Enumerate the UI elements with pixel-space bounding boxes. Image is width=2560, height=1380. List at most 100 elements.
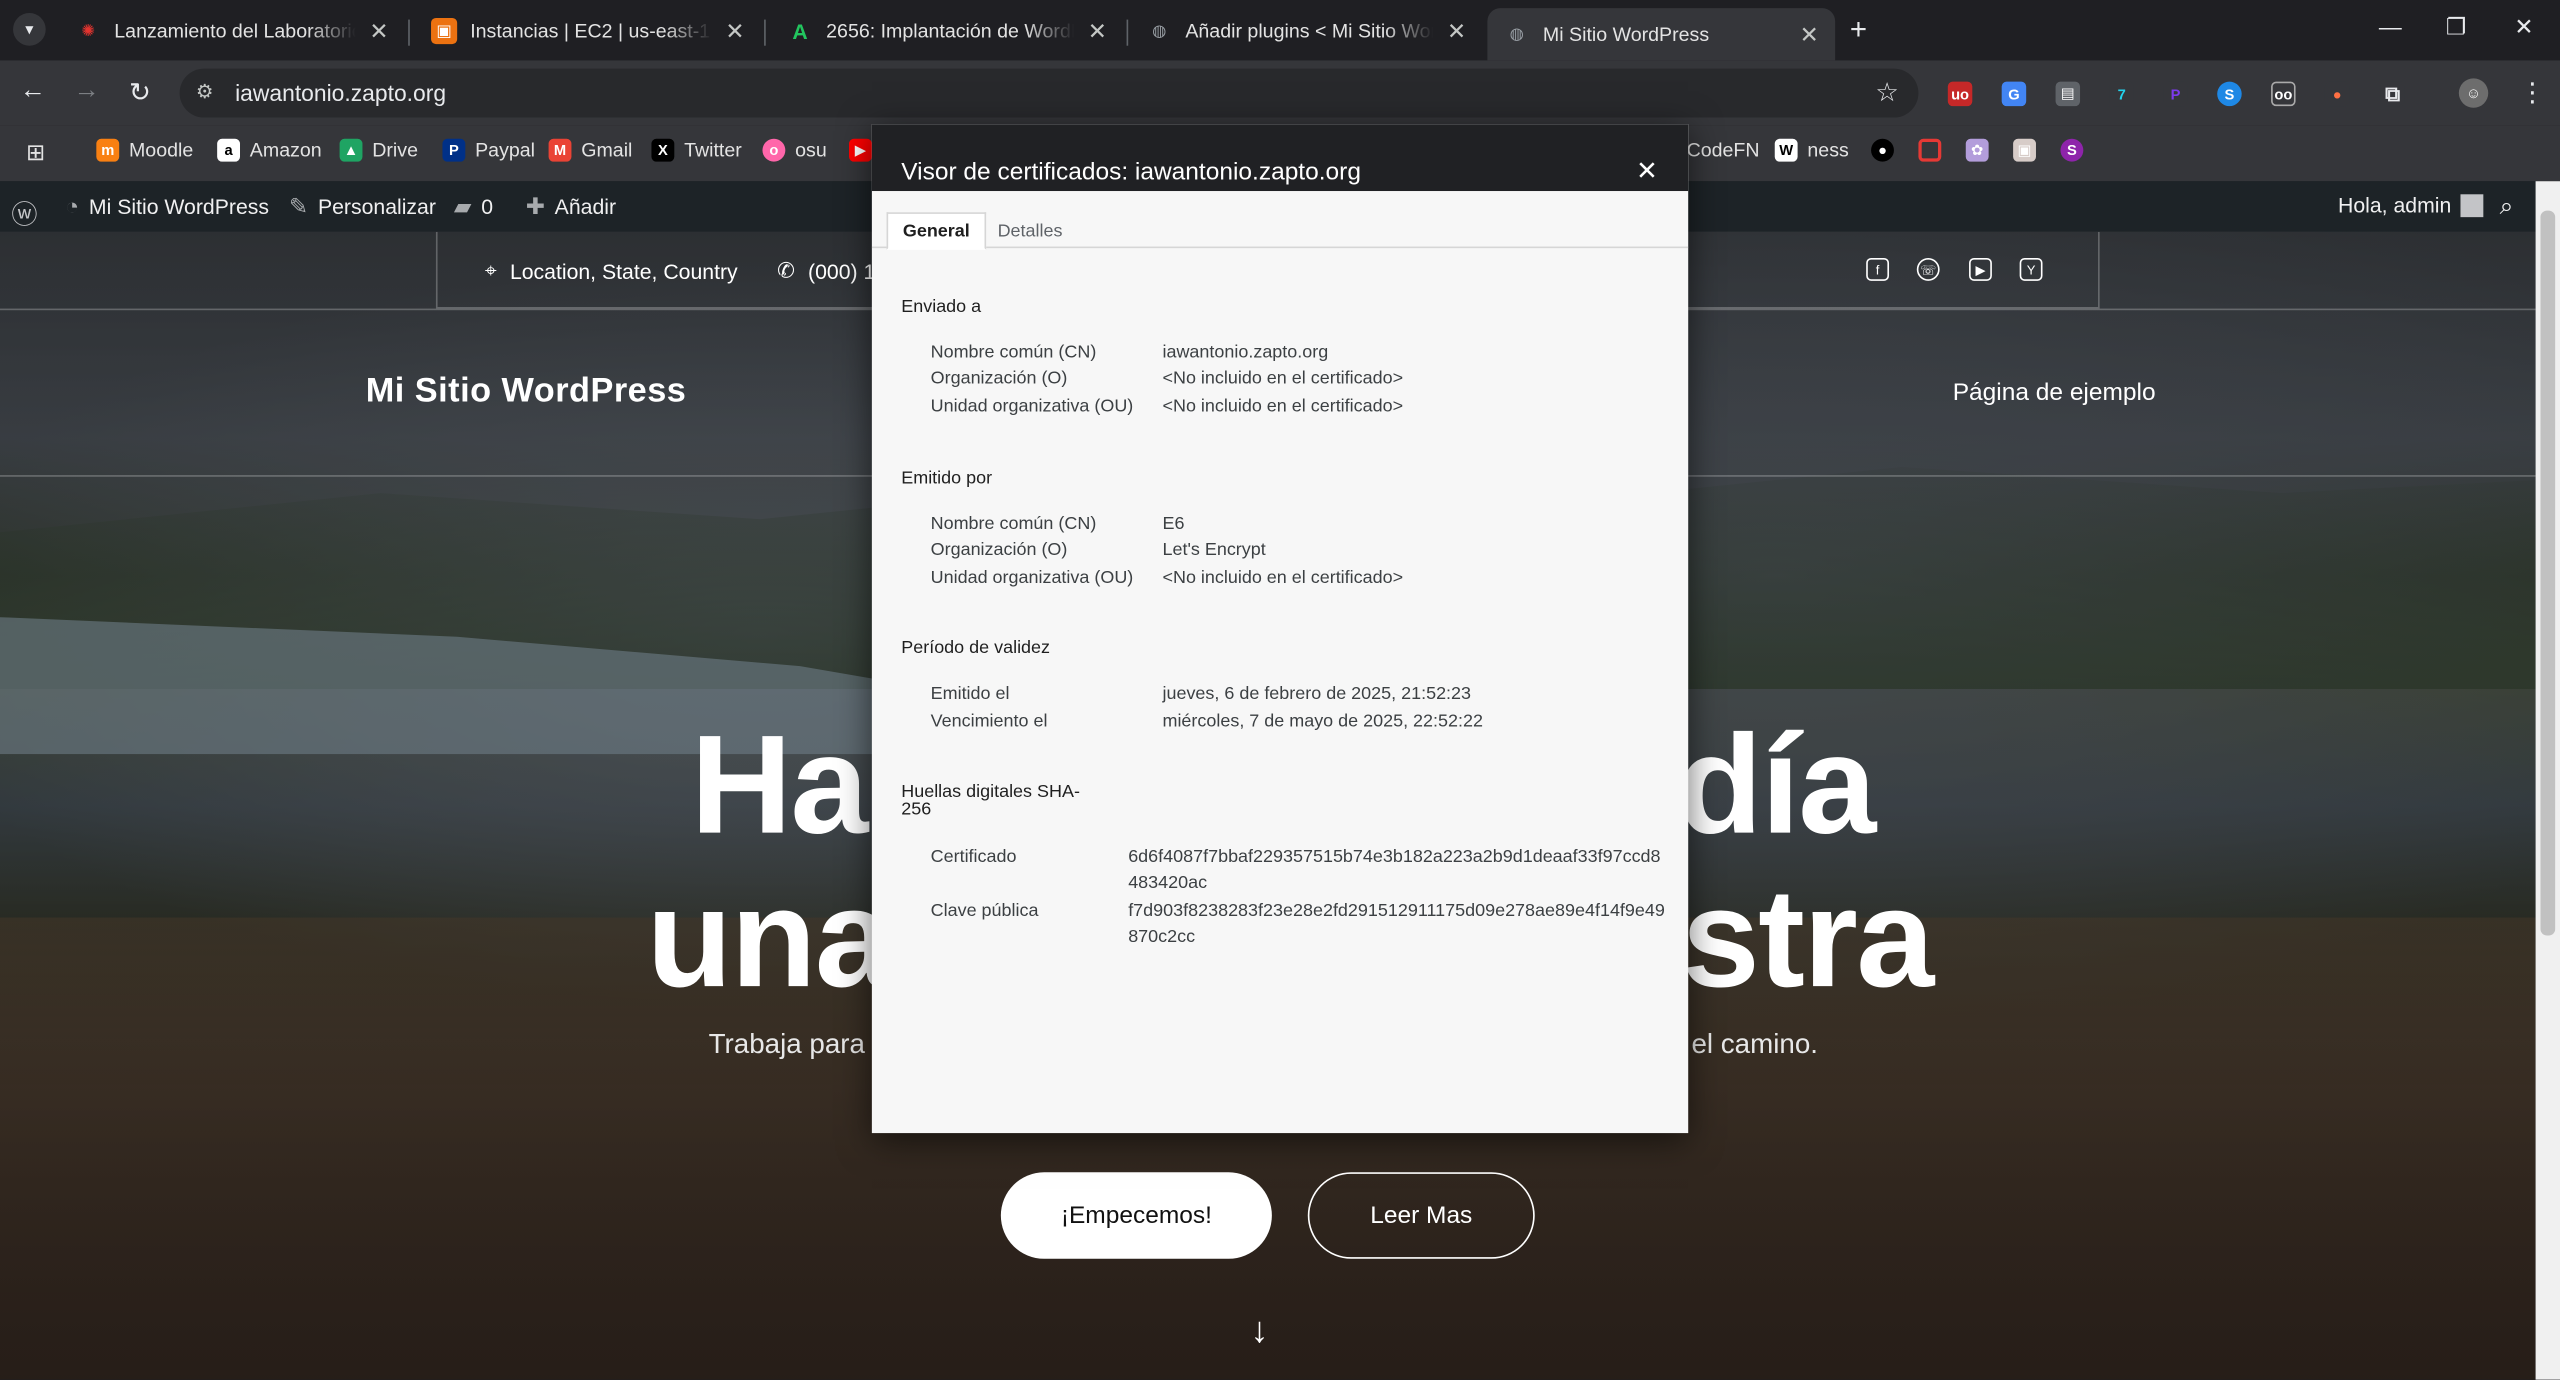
browser-toolbar: ← → ↻ ⚙ iawantonio.zapto.org ☆ uo G ▤ 7 … [0, 60, 2560, 126]
tab-general[interactable]: General [886, 212, 987, 250]
address-bar[interactable]: ⚙ iawantonio.zapto.org ☆ [179, 68, 1919, 118]
field-value: jueves, 6 de febrero de 2025, 21:52:23 [1162, 684, 1472, 704]
phone-info[interactable]: ✆ (000) 1 [777, 258, 875, 284]
url-text[interactable]: iawantonio.zapto.org [235, 80, 446, 106]
close-icon[interactable]: ✕ [369, 17, 388, 45]
section-issued-to: Enviado a [901, 297, 982, 317]
translate-icon[interactable]: G [2001, 81, 2027, 107]
subtitle-fragment: el camino. [1691, 1028, 1818, 1060]
tab-separator [408, 19, 410, 46]
close-window-icon[interactable]: ✕ [2514, 13, 2533, 41]
wp-site-link[interactable]: ◔ Mi Sitio WordPress [65, 193, 269, 219]
paypal-icon: P [442, 138, 466, 162]
page-scrollbar[interactable] [2535, 181, 2560, 1380]
brush-icon: ✎ [288, 192, 309, 219]
close-icon[interactable]: ✕ [1447, 17, 1466, 45]
youtube-icon[interactable]: ▶ [1969, 257, 1992, 281]
location-text: Location, State, Country [509, 258, 738, 284]
tab-details[interactable]: Detalles [983, 212, 1077, 250]
bookmark-drive[interactable]: ▲ Drive [339, 138, 418, 162]
shazam-icon[interactable]: S [2217, 81, 2242, 107]
close-icon[interactable]: ✕ [1636, 155, 1658, 188]
reload-icon[interactable]: ↻ [129, 77, 151, 110]
certificate-fingerprint: 6d6f4087f7bbaf229357515b74e3b182a223a2b9… [1128, 847, 1661, 894]
hero-text-fragment: Ha [690, 706, 869, 864]
bookmark-label: CodeFN [1686, 138, 1760, 162]
comment-icon: ▰ [453, 192, 472, 219]
plus-icon: ✚ [525, 192, 545, 219]
menu-dots-icon[interactable]: ⋮ [2519, 77, 2545, 110]
wp-comments-link[interactable]: ▰ 0 [454, 193, 493, 221]
canvas-icon: ✺ [81, 22, 96, 41]
tab-search-icon[interactable]: ▾ [13, 13, 46, 46]
profile-avatar[interactable]: ☺ [2458, 78, 2489, 108]
amazon-icon: a [217, 138, 241, 162]
close-icon[interactable]: ✕ [725, 17, 744, 45]
extension-glasses-icon[interactable]: oo [2271, 81, 2296, 107]
extension-orange-icon[interactable]: ● [2324, 81, 2350, 107]
ublock-icon[interactable]: uo [1947, 81, 1973, 107]
site-info-icon[interactable]: ⚙ [196, 80, 214, 103]
moon-icon: ● [1871, 138, 1894, 162]
close-icon[interactable]: ✕ [1800, 20, 1819, 48]
whatsapp-icon[interactable]: ☏ [1916, 257, 1940, 281]
bookmark-gmail[interactable]: M Gmail [548, 138, 632, 162]
anime-icon: ✿ [1965, 138, 1989, 162]
extension-7tv-icon[interactable]: 7 [2109, 81, 2134, 107]
drive-icon: ▲ [339, 138, 363, 162]
restore-icon[interactable]: ❐ [2446, 13, 2467, 41]
extension-window-icon[interactable]: ▤ [2055, 81, 2081, 107]
bookmark-image[interactable]: ▣ [2013, 138, 2046, 162]
tab-active-site[interactable]: ◍ Mi Sitio WordPress ✕ [1487, 8, 1836, 61]
bookmark-dark[interactable]: ● [1871, 138, 1904, 162]
dialog-title: Visor de certificados: iawantonio.zapto.… [901, 158, 1361, 187]
wordpress-logo-icon[interactable]: ⓦ [11, 193, 47, 232]
field-label: Clave pública [930, 901, 1039, 921]
bookmark-amazon[interactable]: a Amazon [217, 138, 322, 162]
bookmark-codefn[interactable]: CodeFN [1687, 139, 1760, 162]
search-icon[interactable]: ⌕ [2500, 193, 2514, 221]
bookmark-anime[interactable]: ✿ [1965, 138, 1999, 162]
minimize-icon[interactable]: — [2379, 13, 2402, 39]
arrow-down-icon[interactable]: ↓ [1251, 1309, 1269, 1351]
bookmark-star-icon[interactable]: ☆ [1875, 77, 1898, 110]
yelp-icon[interactable]: Y [2019, 257, 2043, 281]
wp-account-menu[interactable]: Hola, admin [2338, 193, 2484, 217]
bookmark-twitter[interactable]: X Twitter [651, 138, 742, 162]
field-value: <No incluido en el certificado> [1162, 568, 1404, 588]
wp-new-link[interactable]: ✚ Añadir [526, 193, 616, 221]
tab-wordpress-task[interactable]: A 2656: Implantación de WordPre ✕ [771, 8, 1124, 54]
extension-p-icon[interactable]: P [2163, 81, 2188, 107]
bookmark-purple[interactable]: S [2060, 138, 2093, 162]
facebook-icon[interactable]: f [1866, 257, 1890, 281]
x-icon: X [651, 138, 675, 162]
bookmark-osu[interactable]: o osu [762, 138, 827, 162]
field-label: Emitido el [930, 684, 1010, 704]
forward-icon[interactable]: → [73, 77, 99, 106]
scrollbar-thumb[interactable] [2540, 210, 2556, 936]
map-pin-icon: ⌖ [484, 257, 497, 283]
tab-lab[interactable]: ✺ Lanzamiento del Laboratorio pa ✕ [59, 8, 405, 54]
wp-site-name: Mi Sitio WordPress [88, 193, 270, 218]
bookmark-moodle[interactable]: m Moodle [96, 138, 193, 162]
back-icon[interactable]: ← [20, 77, 46, 106]
tab-separator [764, 19, 766, 46]
tab-title: Mi Sitio WordPress [1542, 22, 1710, 46]
new-tab-icon[interactable]: + [1850, 13, 1867, 47]
apps-grid-icon[interactable]: ⊞ [26, 139, 45, 167]
cta-start-button[interactable]: ¡Empecemos! [1000, 1172, 1272, 1259]
tab-plugins[interactable]: ◍ Añadir plugins < Mi Sitio Word ✕ [1130, 8, 1483, 54]
nav-sample-page[interactable]: Página de ejemplo [1953, 379, 2156, 407]
close-icon[interactable]: ✕ [1088, 17, 1107, 45]
site-title[interactable]: Mi Sitio WordPress [366, 372, 687, 411]
extensions-puzzle-icon[interactable]: ⧉ [2380, 81, 2405, 107]
tab-ec2[interactable]: ▣ Instancias | EC2 | us-east-1 ✕ [415, 8, 761, 54]
phone-text: (000) 1 [808, 258, 876, 284]
bookmark-red[interactable] [1918, 138, 1951, 162]
wp-customize-label: Personalizar [317, 194, 436, 219]
bookmark-ness[interactable]: Wness [1774, 138, 1849, 162]
bookmark-label: osu [795, 138, 827, 162]
bookmark-paypal[interactable]: P Paypal [442, 138, 535, 162]
cta-read-more-button[interactable]: Leer Mas [1307, 1172, 1535, 1259]
wp-customize-link[interactable]: ✎ Personalizar [289, 193, 436, 221]
